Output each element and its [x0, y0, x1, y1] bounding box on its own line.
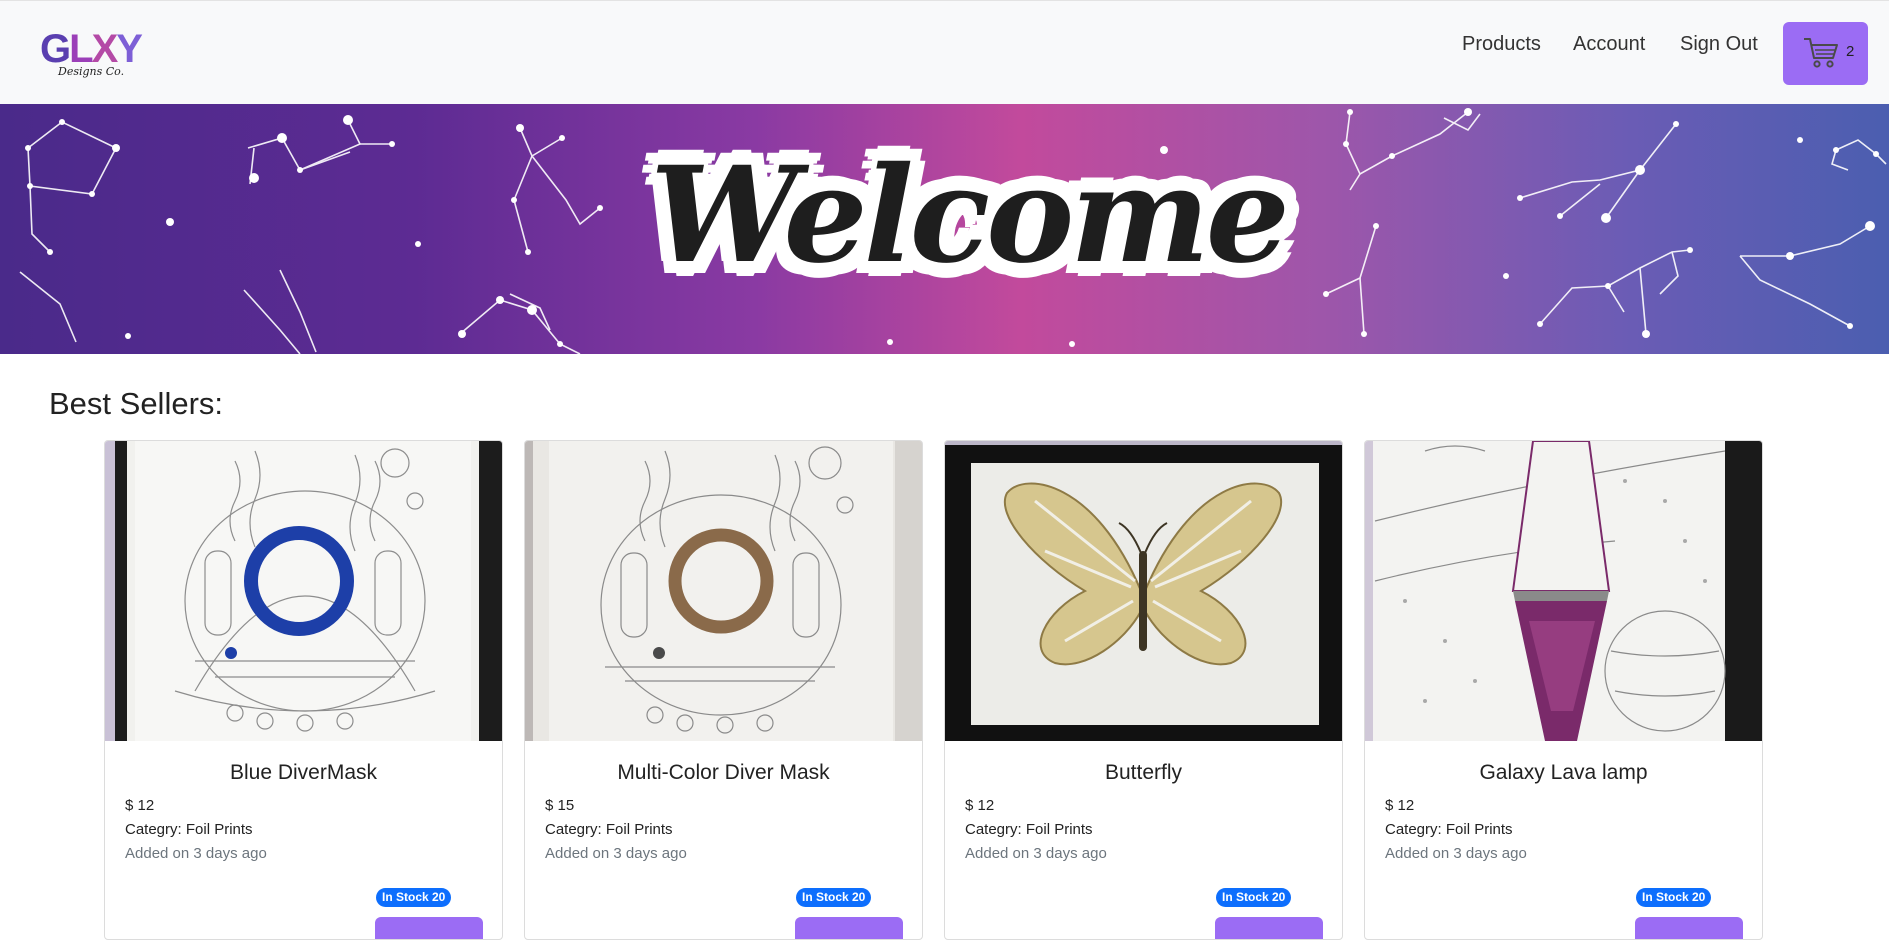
product-added-date: Added on 3 days ago [125, 845, 267, 862]
welcome-banner: Welcome [0, 104, 1889, 354]
product-title[interactable]: Multi-Color Diver Mask [525, 761, 922, 785]
product-category: Categry: Foil Prints [545, 821, 673, 838]
product-title[interactable]: Butterfly [945, 761, 1342, 785]
cart-icon [1804, 38, 1838, 68]
product-card[interactable]: Multi-Color Diver Mask $ 15 Categry: Foi… [524, 440, 923, 940]
product-image[interactable] [1365, 441, 1762, 741]
product-card[interactable]: Butterfly $ 12 Categry: Foil Prints Adde… [944, 440, 1343, 940]
nav-link-products[interactable]: Products [1462, 33, 1541, 56]
welcome-heading: Welcome [636, 128, 1300, 304]
product-title[interactable]: Galaxy Lava lamp [1365, 761, 1762, 785]
nav-link-sign-out[interactable]: Sign Out [1680, 33, 1758, 56]
product-added-date: Added on 3 days ago [965, 845, 1107, 862]
product-price: $ 12 [125, 797, 155, 814]
product-price: $ 12 [1385, 797, 1415, 814]
product-title[interactable]: Blue DiverMask [105, 761, 502, 785]
add-to-cart-button[interactable] [1215, 917, 1323, 939]
welcome-text: Welcome [650, 138, 1290, 293]
product-added-date: Added on 3 days ago [1385, 845, 1527, 862]
logo-subtitle: Designs Co. [58, 65, 125, 78]
cart-count: 2 [1846, 43, 1855, 60]
product-category: Categry: Foil Prints [1385, 821, 1513, 838]
section-title: Best Sellers: [49, 386, 224, 421]
product-image[interactable] [945, 441, 1342, 741]
product-added-date: Added on 3 days ago [545, 845, 687, 862]
product-image[interactable] [525, 441, 922, 741]
product-price: $ 15 [545, 797, 575, 814]
add-to-cart-button[interactable] [795, 917, 903, 939]
product-card[interactable]: Galaxy Lava lamp $ 12 Categry: Foil Prin… [1364, 440, 1763, 940]
stock-badge: In Stock 20 [796, 888, 872, 907]
product-category: Categry: Foil Prints [125, 821, 253, 838]
product-card[interactable]: Blue DiverMask $ 12 Categry: Foil Prints… [104, 440, 503, 940]
stock-badge: In Stock 20 [1636, 888, 1712, 907]
product-price: $ 12 [965, 797, 995, 814]
product-category: Categry: Foil Prints [965, 821, 1093, 838]
navbar: GLXY Designs Co. Products Account Sign O… [0, 0, 1889, 104]
stock-badge: In Stock 20 [376, 888, 452, 907]
stock-badge: In Stock 20 [1216, 888, 1292, 907]
product-image[interactable] [105, 441, 502, 741]
nav-link-account[interactable]: Account [1573, 33, 1645, 56]
brand-logo[interactable]: GLXY Designs Co. [40, 27, 143, 83]
add-to-cart-button[interactable] [1635, 917, 1743, 939]
add-to-cart-button[interactable] [375, 917, 483, 939]
cart-button[interactable]: 2 [1783, 22, 1868, 85]
